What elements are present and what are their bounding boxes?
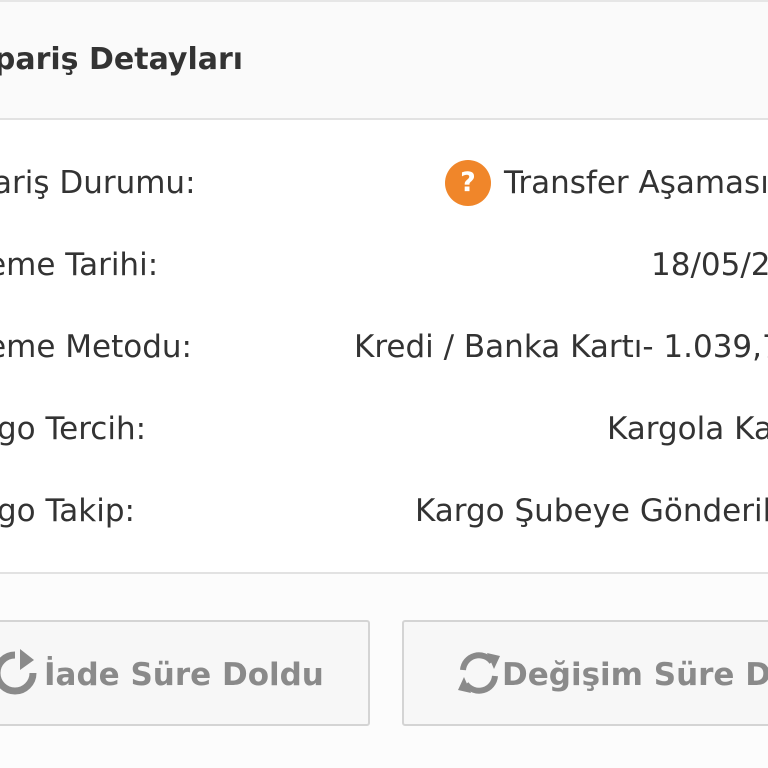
- panel-title: Sipariş Detayları: [0, 42, 244, 77]
- return-expired-label: İade Süre Doldu: [44, 657, 324, 693]
- detail-row-shipping-preference: Kargo Tercih: Kargola Kargo: [0, 399, 768, 459]
- refresh-icon: [458, 652, 500, 694]
- shipping-preference-value: Kargola Kargo: [607, 411, 768, 447]
- exchange-expired-button[interactable]: Değişim Süre Doldu: [402, 620, 768, 726]
- exchange-expired-label: Değişim Süre Doldu: [502, 657, 768, 693]
- detail-row-shipment-tracking: Kargo Takip: Kargo Şubeye Gönderildi: [0, 481, 768, 541]
- payment-method-label: Ödeme Metodu:: [0, 329, 192, 365]
- shipment-tracking-value[interactable]: Kargo Şubeye Gönderildi: [415, 481, 768, 541]
- detail-row-payment-method: Ödeme Metodu: Kredi / Banka Kartı- 1.039…: [0, 317, 768, 377]
- shipping-preference-label: Kargo Tercih:: [0, 411, 147, 447]
- return-expired-button[interactable]: İade Süre Doldu: [0, 620, 370, 726]
- detail-row-payment-date: Ödeme Tarihi: 18/05/2023: [0, 235, 768, 295]
- payment-date-label: Ödeme Tarihi:: [0, 247, 159, 283]
- payment-method-value: Kredi / Banka Kartı- 1.039,76 TL: [354, 329, 768, 365]
- panel-header: Sipariş Detayları: [0, 2, 768, 120]
- detail-row-order-status: Sipariş Durumu: ? Transfer Aşamasında: [0, 153, 768, 213]
- question-icon[interactable]: ?: [445, 160, 491, 206]
- order-details-page: Sipariş Detayları Sipariş Durumu: ? Tran…: [0, 0, 768, 768]
- refresh-icon: [0, 649, 37, 695]
- payment-date-value: 18/05/2023: [651, 247, 768, 283]
- details-list: Sipariş Durumu: ? Transfer Aşamasında Öd…: [0, 120, 768, 574]
- shipment-tracking-label: Kargo Takip:: [0, 493, 135, 529]
- order-status-label: Sipariş Durumu:: [0, 165, 196, 201]
- order-status-value: Transfer Aşamasında: [504, 165, 768, 201]
